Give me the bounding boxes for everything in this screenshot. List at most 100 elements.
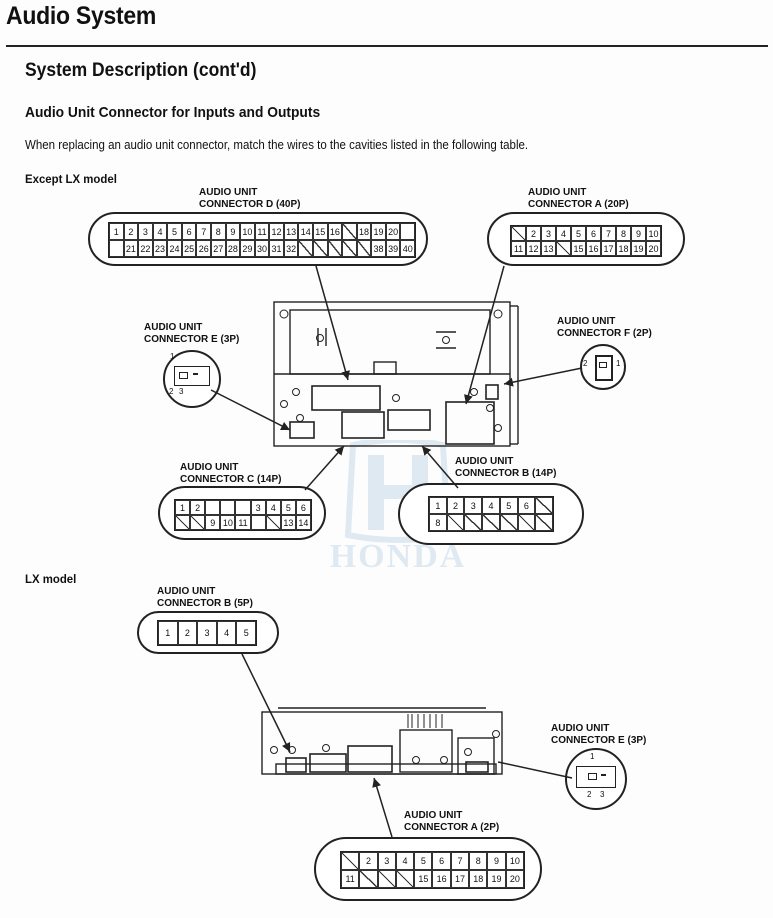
cavity-8: 8: [210, 223, 226, 240]
cavity-16: 16: [432, 870, 451, 888]
cavity-10: 10: [646, 226, 661, 241]
cavity-8: 8: [616, 226, 631, 241]
connector-d-label: AUDIO UNIT CONNECTOR D (40P): [199, 187, 301, 211]
connector-d-40p: 1 2 3 4 5 6 7 8 9 10 11 12 13 14 15 16 18 19 20 21 22 23 24 25 2…: [108, 222, 416, 258]
connector-f-circle: 2 1: [580, 344, 626, 390]
cavity-27: 27: [210, 240, 226, 257]
cavity-2: 2: [190, 500, 206, 515]
cavity-22: 22: [138, 240, 153, 257]
cavity-18: 18: [356, 223, 372, 240]
lx-connector-b-label-line1: AUDIO UNIT: [157, 586, 216, 597]
cavity-13: 13: [283, 223, 299, 240]
audio-unit-rear-view: [273, 301, 519, 447]
cavity-3: 3: [377, 852, 396, 870]
connector-e-label-line1: AUDIO UNIT: [144, 322, 203, 333]
cavity-6: 6: [586, 226, 601, 241]
unused-cavity: [556, 241, 571, 256]
connector-f-pin-1: 1: [616, 359, 621, 368]
cavity-15: 15: [414, 870, 433, 888]
cavity-5: 5: [571, 226, 586, 241]
cavity-15: 15: [312, 223, 328, 240]
cavity-8: 8: [469, 852, 488, 870]
cavity-17: 17: [450, 870, 470, 888]
lx-audio-unit-rear-view: [261, 707, 503, 775]
connector-e-pin-3: 3: [179, 387, 184, 396]
lx-connector-e-circle: 1 2 3: [565, 748, 627, 810]
cavity-25: 25: [181, 240, 197, 257]
unused-cavity: [265, 515, 281, 530]
lx-heading: LX model: [25, 572, 77, 586]
connector-e-pin-2: 2: [169, 387, 174, 396]
lx-connector-e-label: AUDIO UNIT CONNECTOR E (3P): [551, 723, 646, 747]
cavity-4: 4: [216, 621, 237, 645]
unused-cavity: [482, 514, 500, 531]
cavity-10: 10: [220, 515, 236, 530]
cavity-7: 7: [601, 226, 616, 241]
empty-cell: [235, 500, 251, 515]
cavity-30: 30: [254, 240, 270, 257]
cavity-19: 19: [371, 223, 386, 240]
cavity-20: 20: [385, 223, 401, 240]
cavity-1: 1: [109, 223, 124, 240]
unused-cavity: [377, 870, 396, 888]
connector-c-label-line1: AUDIO UNIT: [180, 462, 239, 473]
connector-a-20p: 2 3 4 5 6 7 8 9 10 11 12 13 15 16 17 18 19 20: [510, 225, 662, 257]
empty-cell: [109, 240, 124, 257]
cavity-5: 5: [236, 621, 256, 645]
lx-connector-a-label-line2: CONNECTOR A (2P): [404, 822, 500, 833]
except-lx-heading: Except LX model: [25, 172, 117, 186]
cavity-14: 14: [298, 223, 313, 240]
connector-d-label-line1: AUDIO UNIT: [199, 187, 258, 198]
cavity-9: 9: [225, 223, 241, 240]
unused-cavity: [511, 226, 526, 241]
cavity-5: 5: [280, 500, 296, 515]
connector-e-housing: [174, 366, 210, 386]
lx-connector-a-label: AUDIO UNIT CONNECTOR A (2P): [404, 810, 499, 834]
cavity-32: 32: [283, 240, 299, 257]
connector-c-14p: 1 2 3 4 5 6 9 10 11 13 14: [174, 499, 312, 531]
connector-b-label: AUDIO UNIT CONNECTOR B (14P): [455, 456, 557, 480]
connector-a-label: AUDIO UNIT CONNECTOR A (20P): [528, 187, 629, 211]
lx-connector-a-20p: 2 3 4 5 6 7 8 9 10 11 15 16 17 18 19 20: [340, 851, 525, 889]
cavity-13: 13: [541, 241, 556, 256]
cavity-20: 20: [646, 241, 661, 256]
unused-cavity: [175, 515, 191, 530]
connector-e-pin-1: 1: [170, 352, 175, 361]
connector-b-label-line1: AUDIO UNIT: [455, 456, 514, 467]
cavity-3: 3: [464, 497, 483, 514]
cavity-15: 15: [571, 241, 586, 256]
cavity-21: 21: [123, 240, 139, 257]
cavity-12: 12: [526, 241, 541, 256]
connector-d-label-line2: CONNECTOR D (40P): [199, 199, 301, 210]
lx-connector-e-label-line1: AUDIO UNIT: [551, 723, 610, 734]
page-title: Audio System: [6, 2, 157, 30]
cavity-2: 2: [123, 223, 139, 240]
cavity-1: 1: [158, 621, 178, 645]
unused-cavity: [342, 223, 357, 240]
cavity-5: 5: [414, 852, 433, 870]
cavity-5: 5: [499, 497, 518, 514]
connector-f-pin-2: 2: [583, 359, 588, 368]
connector-e-label-line2: CONNECTOR E (3P): [144, 334, 240, 345]
lx-connector-e-pin-2: 2: [587, 790, 592, 799]
cavity-3: 3: [138, 223, 153, 240]
cavity-40: 40: [400, 240, 415, 257]
cavity-4: 4: [395, 852, 415, 870]
cavity-10: 10: [240, 223, 255, 240]
lx-connector-e-housing: [576, 766, 616, 788]
cavity-4: 4: [482, 497, 500, 514]
unused-cavity: [499, 514, 518, 531]
cavity-1: 1: [175, 500, 191, 515]
cavity-31: 31: [269, 240, 284, 257]
cavity-3: 3: [541, 226, 556, 241]
cavity-11: 11: [254, 223, 270, 240]
unused-cavity: [298, 240, 313, 257]
unused-cavity: [464, 514, 483, 531]
cavity-28: 28: [225, 240, 241, 257]
unused-cavity: [190, 515, 206, 530]
cavity-20: 20: [505, 870, 524, 888]
cavity-12: 12: [269, 223, 284, 240]
lx-connector-b-label: AUDIO UNIT CONNECTOR B (5P): [157, 586, 253, 610]
cavity-11: 11: [341, 870, 360, 888]
connector-e-circle: 1 2 3: [163, 350, 221, 408]
